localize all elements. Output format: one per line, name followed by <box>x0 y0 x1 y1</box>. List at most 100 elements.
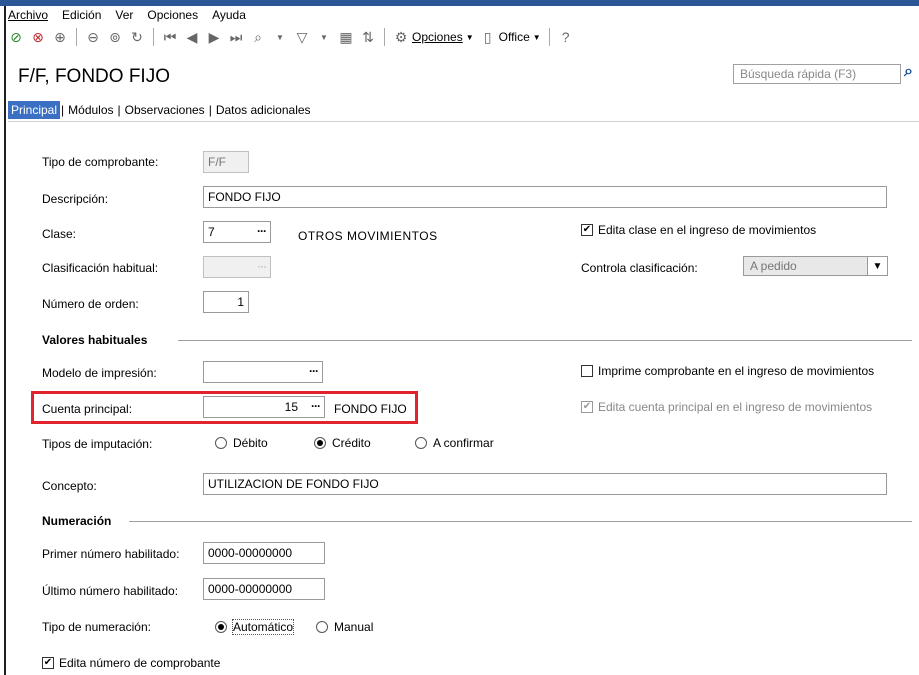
chevron-down-icon[interactable]: ▼ <box>316 29 332 45</box>
tab-modulos[interactable]: Módulos <box>65 101 116 119</box>
radio-unselected-icon <box>215 437 227 449</box>
a-confirmar-label: A confirmar <box>433 436 494 450</box>
clasificacion-label: Clasificación habitual: <box>42 261 159 275</box>
cuenta-principal-field[interactable]: 15 ··· <box>203 396 325 418</box>
imprime-comprobante-label: Imprime comprobante en el ingreso de mov… <box>598 364 875 378</box>
automatico-label: Automático <box>231 619 295 635</box>
opciones-label: Opciones <box>412 30 463 44</box>
cuenta-principal-label: Cuenta principal: <box>42 402 133 416</box>
clasificacion-field: ··· <box>203 256 271 278</box>
primer-numero-field[interactable]: 0000-00000000 <box>203 542 325 564</box>
chevron-down-icon: ▼ <box>465 32 474 42</box>
numero-orden-field[interactable]: 1 <box>203 291 249 313</box>
radio-manual[interactable]: Manual <box>316 620 373 634</box>
refresh-icon[interactable]: ↻ <box>129 29 145 45</box>
numero-orden-label: Número de orden: <box>42 297 139 311</box>
chevron-down-icon[interactable]: ▼ <box>272 29 288 45</box>
menu-archivo[interactable]: Archivo <box>8 8 48 26</box>
add-icon[interactable]: ⊕ <box>52 29 68 45</box>
accept-icon[interactable]: ⊘ <box>8 29 24 45</box>
descripcion-label: Descripción: <box>42 192 109 206</box>
search-input[interactable]: Búsqueda rápida (F3) <box>733 64 901 84</box>
tipos-imputacion-label: Tipos de imputación: <box>42 437 153 451</box>
help-icon[interactable]: ? <box>558 29 574 45</box>
office-dropdown[interactable]: ▯ Office ▼ <box>480 29 541 45</box>
radio-automatico[interactable]: Automático <box>215 619 295 635</box>
radio-credito[interactable]: Crédito <box>314 436 371 450</box>
search-icon[interactable]: ⌕ <box>904 63 913 81</box>
office-icon: ▯ <box>483 28 492 45</box>
imprime-comprobante-checkbox[interactable]: Imprime comprobante en el ingreso de mov… <box>581 364 874 378</box>
last-record-icon[interactable]: ⏭ <box>228 29 244 45</box>
title-bar: F/F, FONDO FIJO Búsqueda rápida (F3) ⌕ <box>8 54 919 94</box>
edita-numero-checkbox[interactable]: ✔ Edita número de comprobante <box>42 656 220 670</box>
sort-icon[interactable]: ⇅ <box>360 29 376 45</box>
credito-label: Crédito <box>332 436 371 450</box>
window-top-band <box>0 0 919 6</box>
edita-numero-label: Edita número de comprobante <box>59 656 221 670</box>
checkbox-checked-icon: ✔ <box>581 224 593 236</box>
radio-unselected-icon <box>415 437 427 449</box>
clase-lookup-button[interactable]: ··· <box>257 224 267 238</box>
window-left-border <box>0 6 6 675</box>
cancel-icon[interactable]: ⊗ <box>30 29 46 45</box>
controla-clasificacion-select[interactable]: A pedido ▼ <box>743 256 888 276</box>
tab-underline <box>8 121 919 122</box>
modelo-impresion-field[interactable]: ··· <box>203 361 323 383</box>
menu-ayuda[interactable]: Ayuda <box>212 8 246 26</box>
primer-numero-label: Primer número habilitado: <box>42 547 180 561</box>
menu-ver[interactable]: Ver <box>115 8 133 26</box>
section-divider <box>178 340 912 341</box>
page-title: F/F, FONDO FIJO <box>18 66 170 87</box>
edita-cuenta-checkbox: ✔ Edita cuenta principal en el ingreso d… <box>581 400 872 414</box>
clase-description: OTROS MOVIMIENTOS <box>298 229 438 243</box>
binoculars-icon[interactable]: ⌕ <box>250 29 266 45</box>
descripcion-field[interactable]: FONDO FIJO <box>203 186 887 208</box>
remove-icon[interactable]: ⊖ <box>85 29 101 45</box>
chevron-down-icon: ▼ <box>532 32 541 42</box>
cuenta-principal-value: 15 <box>284 400 298 414</box>
edita-clase-checkbox[interactable]: ✔ Edita clase en el ingreso de movimient… <box>581 223 816 237</box>
first-record-icon[interactable]: ⏮ <box>162 29 178 45</box>
toolbar-separator <box>153 28 154 46</box>
tipo-comprobante-label: Tipo de comprobante: <box>42 155 159 169</box>
radio-debito[interactable]: Débito <box>215 436 268 450</box>
menu-bar: Archivo Edición Ver Opciones Ayuda <box>8 8 246 26</box>
menu-edicion[interactable]: Edición <box>62 8 101 26</box>
grid-icon[interactable]: ▦ <box>338 29 354 45</box>
concepto-field[interactable]: UTILIZACION DE FONDO FIJO <box>203 473 887 495</box>
clase-field[interactable]: 7 ··· <box>203 221 271 243</box>
ultimo-numero-label: Último número habilitado: <box>42 584 179 598</box>
next-record-icon[interactable]: ▶ <box>206 29 222 45</box>
gear-icon: ⚙ <box>394 28 408 45</box>
radio-selected-icon <box>314 437 326 449</box>
previous-record-icon[interactable]: ◀ <box>184 29 200 45</box>
manual-label: Manual <box>334 620 374 634</box>
cuenta-lookup-button[interactable]: ··· <box>311 399 321 413</box>
copy-icon[interactable]: ⊚ <box>107 29 123 45</box>
menu-opciones[interactable]: Opciones <box>147 8 198 26</box>
tab-observaciones[interactable]: Observaciones <box>122 101 208 119</box>
tab-datos-adicionales[interactable]: Datos adicionales <box>213 101 314 119</box>
concepto-label: Concepto: <box>42 479 97 493</box>
edita-cuenta-label: Edita cuenta principal en el ingreso de … <box>598 400 873 414</box>
cuenta-principal-description: FONDO FIJO <box>334 402 407 416</box>
section-divider <box>129 521 912 522</box>
filter-icon[interactable]: ▽ <box>294 29 310 45</box>
radio-selected-icon <box>215 621 227 633</box>
clase-label: Clase: <box>42 227 77 241</box>
toolbar-separator <box>76 28 77 46</box>
tab-bar: Principal | Módulos | Observaciones | Da… <box>8 100 314 120</box>
valores-habituales-heading: Valores habituales <box>42 333 148 347</box>
controla-clasificacion-label: Controla clasificación: <box>581 261 698 275</box>
ultimo-numero-field[interactable]: 0000-00000000 <box>203 578 325 600</box>
modelo-impresion-label: Modelo de impresión: <box>42 366 157 380</box>
checkbox-checked-icon: ✔ <box>581 401 593 413</box>
modelo-lookup-button[interactable]: ··· <box>309 364 319 378</box>
opciones-dropdown[interactable]: ⚙ Opciones ▼ <box>393 29 474 45</box>
radio-a-confirmar[interactable]: A confirmar <box>415 436 494 450</box>
tab-principal[interactable]: Principal <box>8 101 61 119</box>
chevron-down-icon[interactable]: ▼ <box>867 257 887 275</box>
radio-unselected-icon <box>316 621 328 633</box>
toolbar-separator <box>548 28 550 46</box>
